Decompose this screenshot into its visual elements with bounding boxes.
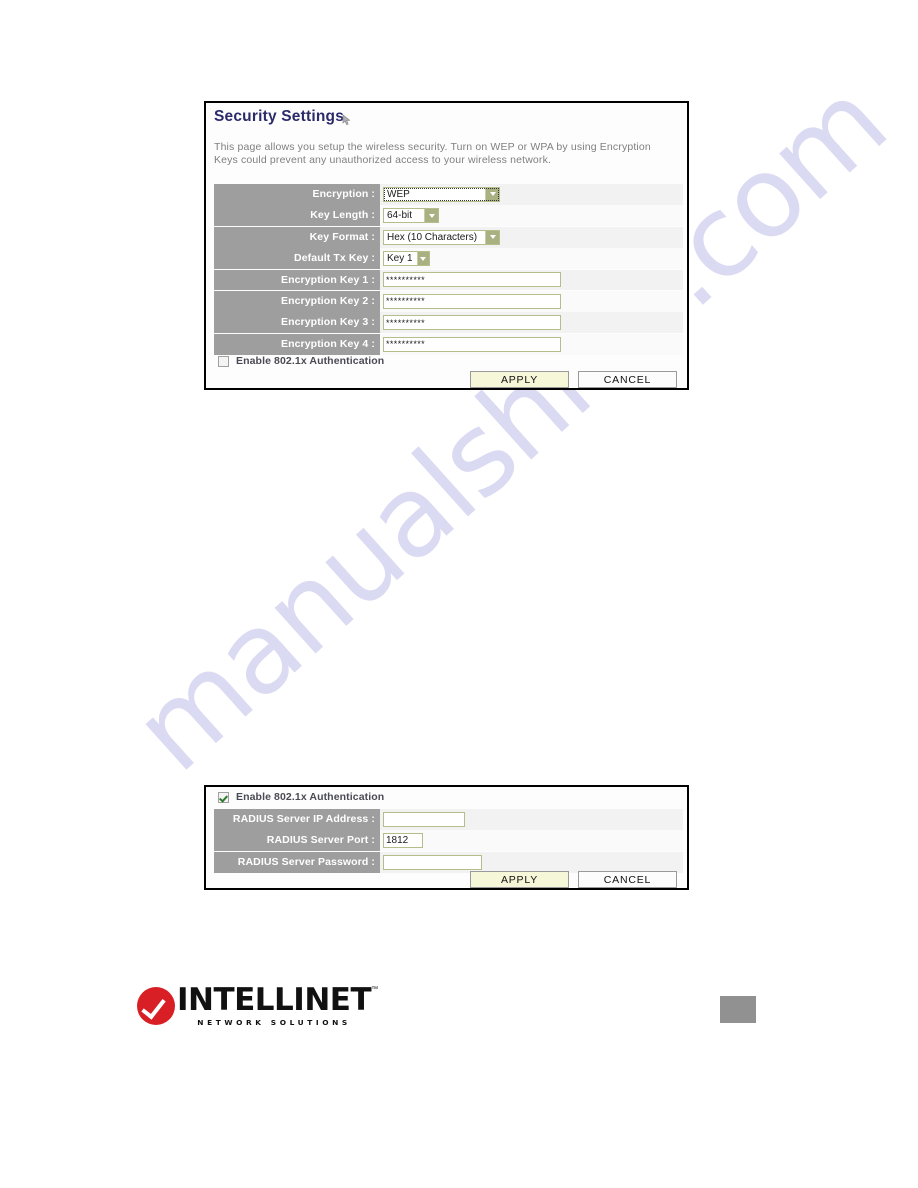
default-tx-key-select[interactable]: Key 1: [383, 251, 430, 267]
label-encryption-key-1: Encryption Key 1 :: [214, 269, 380, 291]
radius-button-bar: APPLY CANCEL: [470, 871, 677, 888]
label-key-length: Key Length :: [214, 205, 380, 227]
chevron-down-icon[interactable]: [485, 187, 499, 201]
form-row-encryption: Encryption : WEP: [214, 184, 683, 205]
radius-server-port-input[interactable]: [383, 833, 423, 849]
page-title: Security Settings: [214, 108, 345, 125]
default-tx-key-select-value: Key 1: [387, 253, 413, 265]
key-length-select[interactable]: 64-bit: [383, 208, 439, 224]
label-radius-server-password: RADIUS Server Password :: [214, 851, 380, 873]
chevron-down-icon[interactable]: [485, 230, 499, 244]
logo-tagline: NETWORK SOLUTIONS: [197, 1018, 351, 1027]
radius-settings-panel: Enable 802.1x Authentication RADIUS Serv…: [204, 785, 689, 890]
help-pointer-icon[interactable]: [340, 113, 354, 127]
cancel-button[interactable]: CANCEL: [578, 371, 677, 388]
apply-button[interactable]: APPLY: [470, 371, 569, 388]
enable-8021x-label: Enable 802.1x Authentication: [236, 355, 385, 367]
radius-server-ip-input[interactable]: [383, 811, 465, 827]
security-settings-panel: Security Settings This page allows you s…: [204, 101, 689, 390]
chevron-down-icon[interactable]: [416, 252, 429, 266]
label-encryption: Encryption :: [214, 184, 380, 205]
label-encryption-key-3: Encryption Key 3 :: [214, 312, 380, 334]
enable-8021x-checkbox-row[interactable]: Enable 802.1x Authentication: [218, 355, 384, 367]
cancel-button-radius[interactable]: CANCEL: [578, 871, 677, 888]
trademark-symbol: ™: [371, 986, 379, 993]
form-row-radius-ip: RADIUS Server IP Address :: [214, 809, 683, 830]
encryption-select[interactable]: WEP: [383, 186, 500, 202]
label-radius-server-ip: RADIUS Server IP Address :: [214, 809, 380, 830]
page-number-box: [720, 996, 756, 1023]
enable-8021x-checkbox-row-radius[interactable]: Enable 802.1x Authentication: [218, 791, 384, 803]
form-row-radius-port: RADIUS Server Port :: [214, 830, 683, 852]
label-default-tx-key: Default Tx Key :: [214, 248, 380, 269]
form-row-key-length: Key Length : 64-bit: [214, 205, 683, 227]
enable-8021x-label-radius: Enable 802.1x Authentication: [236, 791, 385, 803]
apply-button-radius[interactable]: APPLY: [470, 871, 569, 888]
encryption-key-2-input[interactable]: [383, 293, 561, 309]
logo-wordmark: INTELLINET: [177, 982, 372, 1018]
form-row-radius-password: RADIUS Server Password :: [214, 851, 683, 873]
label-key-format: Key Format :: [214, 226, 380, 248]
form-row-encryption-key-4: Encryption Key 4 :: [214, 333, 683, 355]
key-format-select[interactable]: Hex (10 Characters): [383, 229, 500, 245]
row-background: [380, 830, 683, 852]
label-radius-server-port: RADIUS Server Port :: [214, 830, 380, 852]
intellinet-logo: INTELLINET ™ NETWORK SOLUTIONS: [137, 982, 378, 1027]
label-encryption-key-4: Encryption Key 4 :: [214, 333, 380, 355]
enable-8021x-checkbox[interactable]: [218, 355, 229, 367]
encryption-key-4-input[interactable]: [383, 336, 561, 352]
checkmark-circle-icon: [137, 987, 175, 1025]
encryption-key-3-input[interactable]: [383, 315, 561, 331]
radius-server-password-input[interactable]: [383, 854, 482, 870]
chevron-down-icon[interactable]: [424, 209, 438, 223]
form-row-encryption-key-3: Encryption Key 3 :: [214, 312, 683, 334]
key-format-select-value: Hex (10 Characters): [387, 231, 478, 243]
encryption-key-1-input[interactable]: [383, 272, 561, 288]
security-button-bar: APPLY CANCEL: [470, 371, 677, 388]
enable-8021x-checkbox-checked[interactable]: [218, 791, 229, 803]
key-length-select-value: 64-bit: [387, 210, 413, 222]
security-form-rows: Encryption : WEP Key Length : 64-bit Key…: [214, 184, 683, 355]
form-row-default-tx-key: Default Tx Key : Key 1: [214, 248, 683, 269]
form-row-key-format: Key Format : Hex (10 Characters): [214, 226, 683, 248]
radius-form-rows: RADIUS Server IP Address : RADIUS Server…: [214, 809, 683, 873]
page-description: This page allows you setup the wireless …: [214, 141, 651, 166]
form-row-encryption-key-1: Encryption Key 1 :: [214, 269, 683, 291]
encryption-select-value: WEP: [387, 188, 410, 200]
form-row-encryption-key-2: Encryption Key 2 :: [214, 290, 683, 312]
label-encryption-key-2: Encryption Key 2 :: [214, 290, 380, 312]
